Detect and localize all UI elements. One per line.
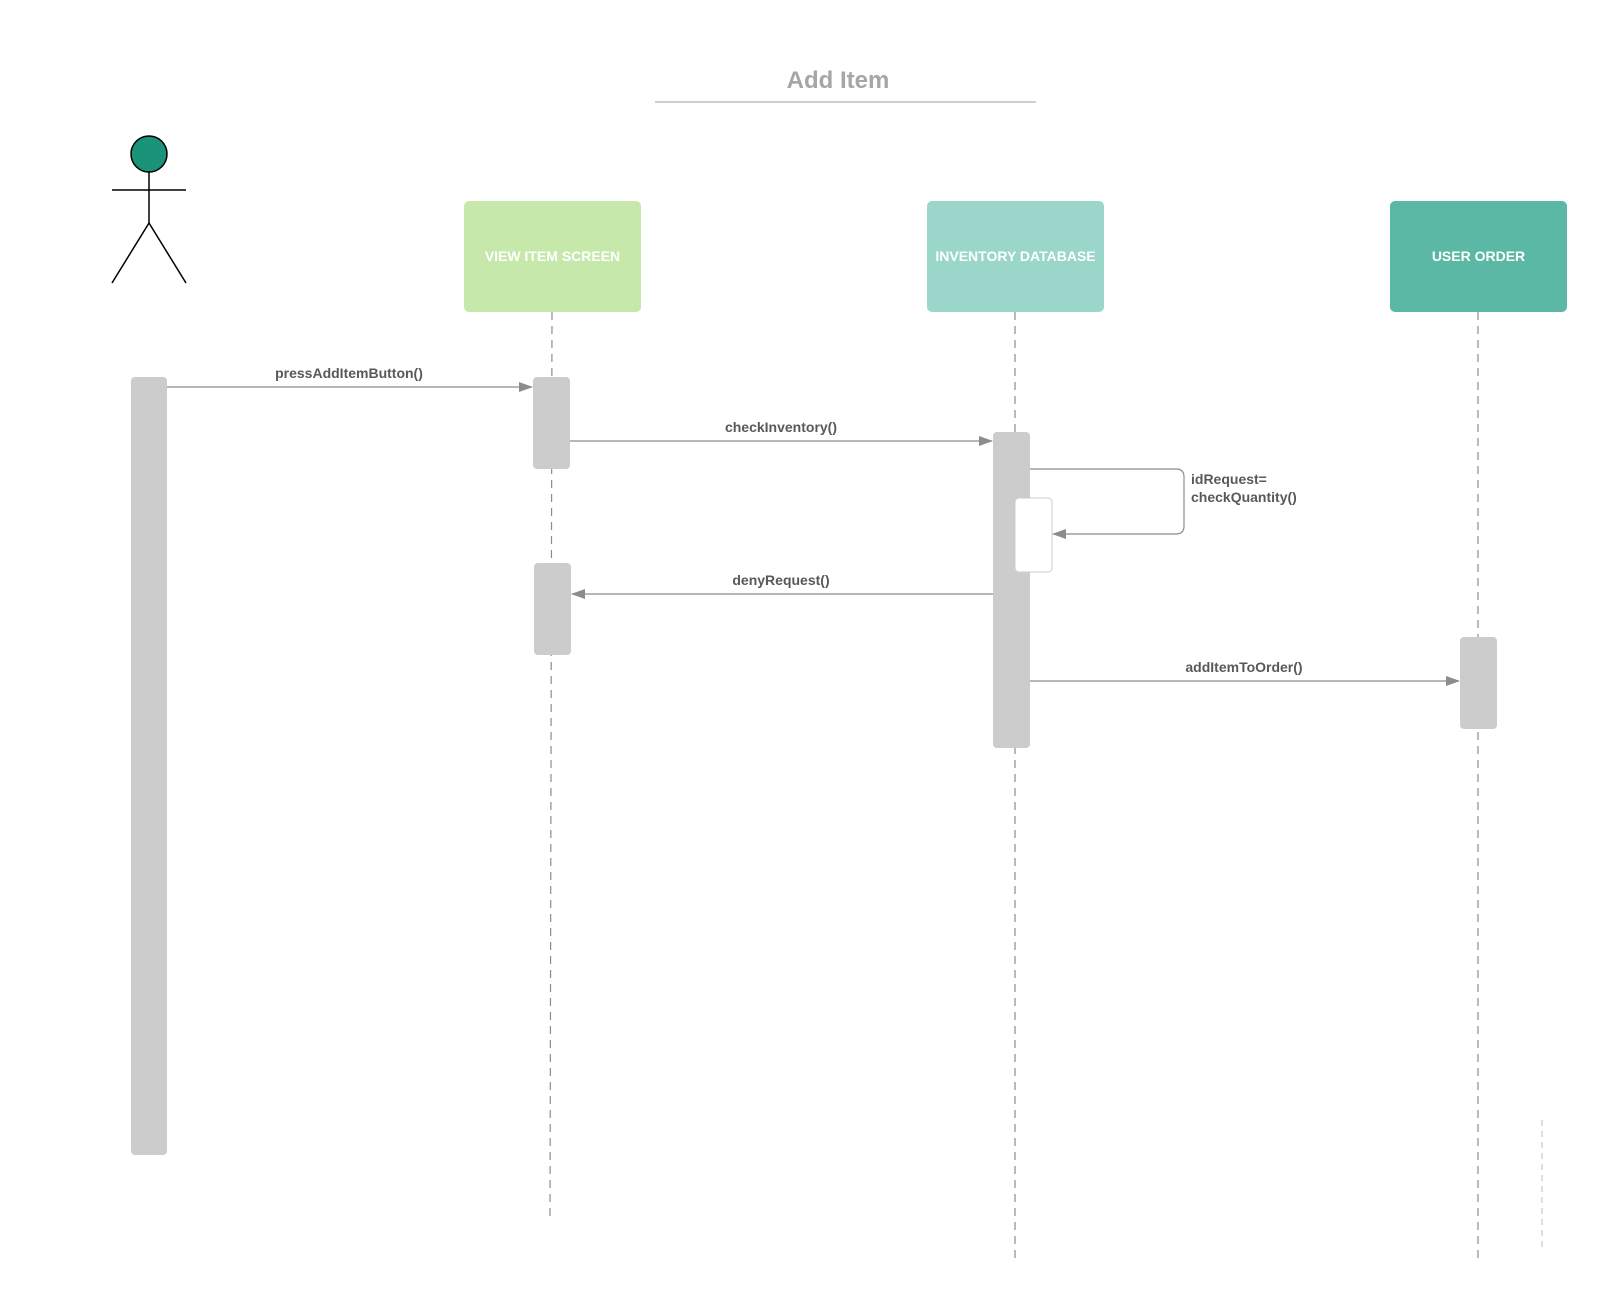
- message-label: addItemToOrder(): [1185, 659, 1302, 675]
- activation-bar-database[interactable]: [993, 432, 1030, 748]
- message-label-line-2: checkQuantity(): [1191, 489, 1297, 505]
- message-check-inventory[interactable]: checkInventory(): [570, 419, 993, 446]
- sequence-diagram: Add Item VIEW ITEM SCREEN INVENTORY DATA…: [111, 67, 1567, 1258]
- message-label-line-1: idRequest=: [1191, 471, 1267, 487]
- message-deny-request[interactable]: denyRequest(): [571, 572, 993, 599]
- message-arrow: [1030, 468, 1185, 539]
- actor-right-leg: [148, 222, 187, 284]
- message-label: pressAddItemButton(): [275, 365, 423, 381]
- participant-view-item-screen[interactable]: VIEW ITEM SCREEN: [464, 201, 641, 312]
- activation-bar-database-self-call[interactable]: [1014, 497, 1053, 573]
- diagram-title: Add Item: [787, 67, 890, 94]
- activation-bar-user-order[interactable]: [1460, 637, 1497, 729]
- participant-user-order[interactable]: USER ORDER: [1390, 201, 1567, 312]
- participant-inventory-database[interactable]: INVENTORY DATABASE: [927, 201, 1104, 312]
- activation-bar-view-1[interactable]: [533, 377, 570, 469]
- participant-label: USER ORDER: [1432, 248, 1525, 264]
- message-label: checkInventory(): [725, 419, 837, 435]
- stick-figure-icon: [111, 135, 187, 284]
- participant-label: VIEW ITEM SCREEN: [485, 248, 620, 264]
- message-label: denyRequest(): [732, 572, 829, 588]
- actor-head: [130, 135, 168, 173]
- message-add-item-to-order[interactable]: addItemToOrder(): [1030, 659, 1460, 686]
- message-press-add-item-button[interactable]: pressAddItemButton(): [167, 365, 533, 392]
- participant-label: INVENTORY DATABASE: [935, 248, 1095, 264]
- activation-bar-actor[interactable]: [131, 377, 167, 1155]
- message-check-quantity-self-call[interactable]: idRequest= checkQuantity(): [1030, 468, 1297, 539]
- activation-bar-view-2[interactable]: [534, 563, 571, 655]
- actor-left-leg: [111, 222, 150, 284]
